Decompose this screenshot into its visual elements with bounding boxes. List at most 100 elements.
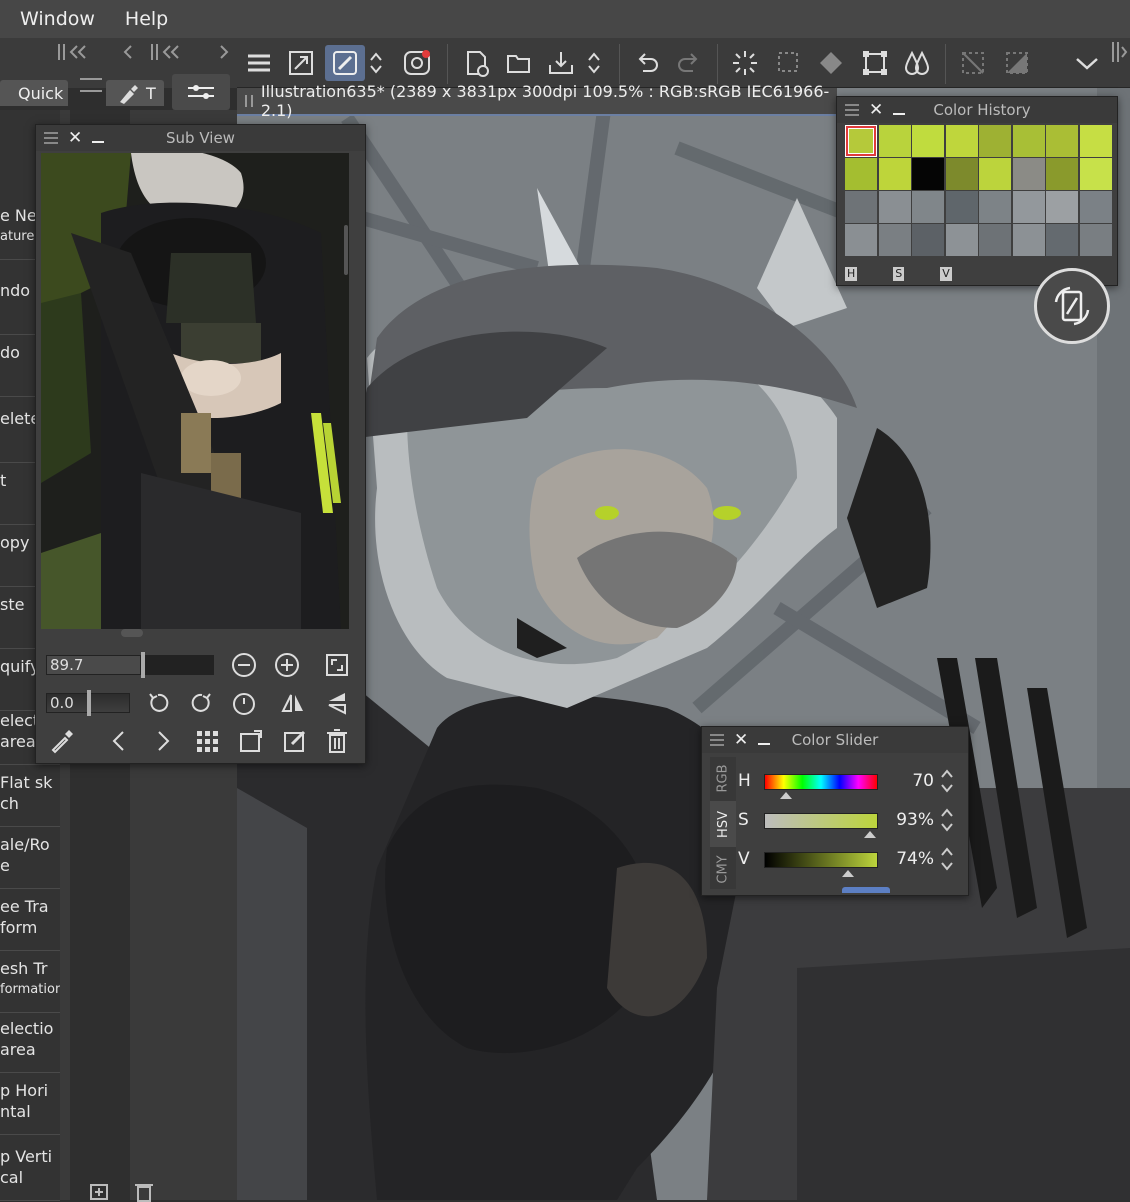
color-swatch[interactable]: [979, 224, 1011, 256]
stepper-updown-icon[interactable]: [940, 767, 954, 795]
color-swatch[interactable]: [912, 125, 944, 157]
invert-selection-button[interactable]: [999, 45, 1035, 81]
undo-button[interactable]: [629, 45, 665, 81]
menu-help[interactable]: Help: [125, 8, 168, 30]
previous-image-button[interactable]: [103, 725, 135, 757]
hamburger-icon[interactable]: [80, 78, 102, 92]
eyedropper-button[interactable]: [46, 725, 78, 757]
tab-value[interactable]: V: [940, 267, 952, 281]
more-button[interactable]: [1069, 45, 1105, 81]
panel-menu-icon[interactable]: [44, 132, 58, 144]
select-button[interactable]: [771, 45, 807, 81]
chevron-right-icon[interactable]: [214, 42, 234, 62]
quick-access-item[interactable]: p Verti cal: [0, 1146, 60, 1188]
stepper-updown-icon[interactable]: [940, 845, 954, 873]
chevron-left-icon[interactable]: [118, 42, 138, 62]
color-swatch[interactable]: [845, 125, 877, 157]
save-button[interactable]: [543, 45, 579, 81]
fullscreen-button[interactable]: [283, 45, 319, 81]
grid-view-button[interactable]: [191, 725, 223, 757]
color-swatch[interactable]: [945, 125, 978, 157]
color-slider-track[interactable]: [764, 813, 878, 829]
trash-icon[interactable]: [132, 1180, 158, 1202]
slider-handle[interactable]: [864, 831, 877, 838]
reference-image[interactable]: [41, 153, 349, 629]
collapse-left-icon[interactable]: [55, 42, 95, 62]
color-swatch[interactable]: [878, 191, 911, 223]
quick-access-item[interactable]: ale/Ro e: [0, 834, 60, 876]
companion-button[interactable]: [399, 45, 435, 81]
zoom-in-button[interactable]: [271, 649, 303, 681]
color-swatch[interactable]: [1012, 125, 1045, 157]
slider-value[interactable]: 93%: [888, 810, 934, 830]
import-image-button[interactable]: [235, 725, 267, 757]
tab-quick-access[interactable]: Quick: [0, 80, 68, 106]
minimize-icon[interactable]: [893, 113, 906, 115]
zoom-out-button[interactable]: [228, 649, 260, 681]
close-icon[interactable]: ✕: [68, 128, 82, 148]
slider-value[interactable]: 74%: [888, 849, 934, 869]
color-swatch[interactable]: [979, 158, 1011, 190]
slider-handle[interactable]: [780, 792, 793, 799]
fill-button[interactable]: [813, 45, 849, 81]
rotate-right-button[interactable]: [186, 687, 218, 719]
color-swatch[interactable]: [1079, 224, 1112, 256]
rotate-left-button[interactable]: [142, 687, 174, 719]
quick-access-item[interactable]: p Hori ntal: [0, 1080, 60, 1122]
color-swatch[interactable]: [1012, 191, 1045, 223]
loading-button[interactable]: [727, 45, 763, 81]
panel-menu-icon[interactable]: [845, 104, 859, 116]
menu-window[interactable]: Window: [20, 8, 95, 30]
quick-access-item[interactable]: Flat sk ch: [0, 772, 60, 814]
close-icon[interactable]: ✕: [869, 100, 883, 120]
collapse-left-icon-2[interactable]: [148, 42, 188, 62]
color-swatch[interactable]: [912, 191, 944, 223]
color-swatch[interactable]: [945, 158, 978, 190]
tab-saturation[interactable]: S: [893, 267, 905, 281]
minimize-icon[interactable]: [758, 743, 771, 745]
quick-access-item[interactable]: ee Tra form: [0, 896, 60, 938]
color-swatch[interactable]: [878, 224, 911, 256]
close-icon[interactable]: ✕: [734, 730, 748, 750]
modifier-toggle[interactable]: [365, 45, 387, 81]
flip-horizontal-button[interactable]: [277, 687, 309, 719]
color-swatch[interactable]: [912, 158, 944, 190]
color-swatch[interactable]: [1046, 191, 1078, 223]
tab-hsv[interactable]: HSV: [710, 801, 736, 847]
edit-image-button[interactable]: [279, 725, 311, 757]
minimize-icon[interactable]: [92, 141, 105, 143]
stepper-updown-icon[interactable]: [940, 806, 954, 834]
color-swatch[interactable]: [845, 191, 877, 223]
color-swatch[interactable]: [1046, 224, 1078, 256]
quick-access-item[interactable]: esh Tr formation: [0, 958, 60, 1000]
new-layer-icon[interactable]: [88, 1180, 116, 1202]
color-swatch[interactable]: [845, 158, 877, 190]
color-swatch[interactable]: [1012, 158, 1045, 190]
rotation-slider-handle[interactable]: [87, 690, 91, 716]
slider-handle[interactable]: [842, 870, 855, 877]
delete-image-button[interactable]: [321, 725, 353, 757]
tab-cmyk[interactable]: CMY: [710, 849, 736, 889]
transform-button[interactable]: [857, 45, 893, 81]
tab-hue[interactable]: H: [845, 267, 858, 281]
reset-rotation-button[interactable]: [228, 687, 260, 719]
deselect-button[interactable]: [955, 45, 991, 81]
rotate-canvas-button[interactable]: [1034, 268, 1110, 344]
open-file-button[interactable]: [501, 45, 537, 81]
flip-vertical-button[interactable]: [321, 687, 353, 719]
edit-mode-button[interactable]: [325, 45, 365, 81]
slider-value[interactable]: 70: [888, 771, 934, 791]
tab-tool-property[interactable]: T: [106, 80, 164, 106]
color-swatch[interactable]: [878, 158, 911, 190]
color-swatch[interactable]: [845, 224, 877, 256]
panel-toggle-icon[interactable]: [1106, 40, 1130, 64]
new-file-button[interactable]: [459, 45, 495, 81]
color-swatch[interactable]: [1079, 191, 1112, 223]
menu-button[interactable]: [241, 45, 277, 81]
color-slider-track[interactable]: [764, 774, 878, 790]
color-swatch[interactable]: [1046, 125, 1078, 157]
color-slider-track[interactable]: [764, 852, 878, 868]
quick-access-item[interactable]: electio area: [0, 1018, 60, 1060]
color-swatch[interactable]: [945, 191, 978, 223]
color-swatch[interactable]: [1079, 125, 1112, 157]
